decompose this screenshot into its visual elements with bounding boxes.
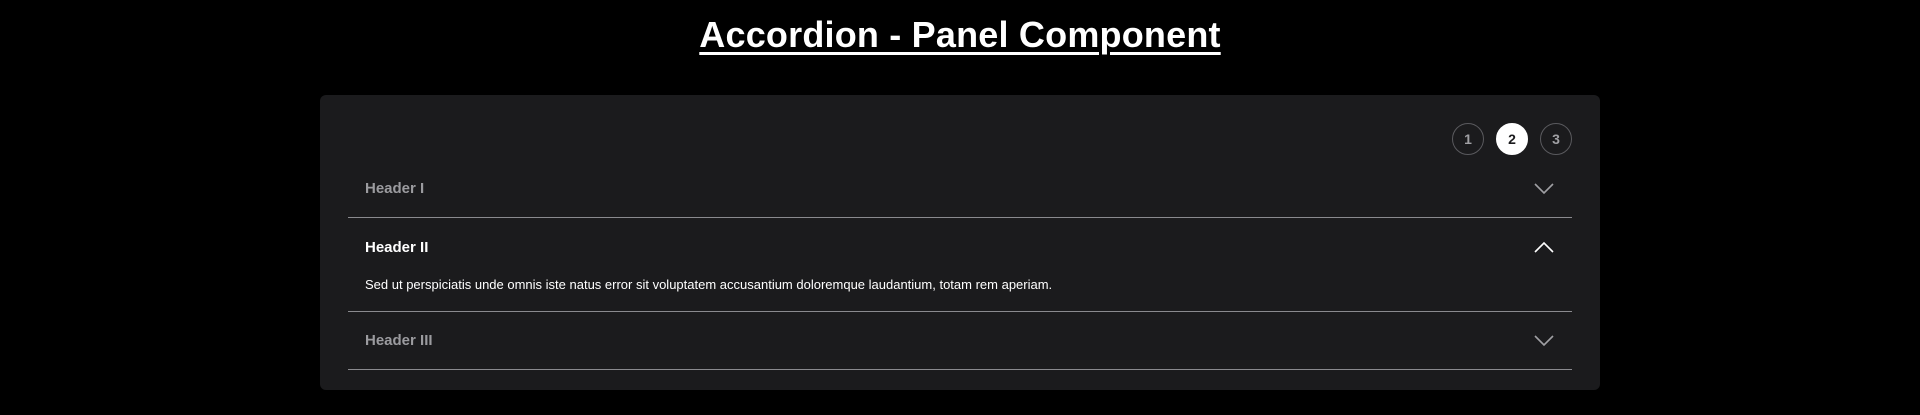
chevron-down-icon bbox=[1533, 182, 1555, 196]
accordion-header-label: Header I bbox=[365, 180, 425, 197]
step-2-button[interactable]: 2 bbox=[1496, 123, 1528, 155]
step-1-button[interactable]: 1 bbox=[1452, 123, 1484, 155]
accordion-panel: 1 2 3 Header I Header II Sed ut perspici… bbox=[320, 95, 1600, 390]
accordion-item-1: Header I bbox=[348, 160, 1572, 218]
accordion-item-2: Header II Sed ut perspiciatis unde omnis… bbox=[348, 218, 1572, 312]
accordion-header-label: Header II bbox=[365, 238, 429, 256]
accordion-header-1[interactable]: Header I bbox=[348, 160, 1572, 217]
accordion-header-label: Header III bbox=[365, 332, 433, 349]
accordion: Header I Header II Sed ut perspiciatis u… bbox=[348, 160, 1572, 370]
stepper: 1 2 3 bbox=[1452, 123, 1572, 155]
step-3-button[interactable]: 3 bbox=[1540, 123, 1572, 155]
accordion-header-2[interactable]: Header II bbox=[348, 218, 1572, 276]
accordion-item-3: Header III bbox=[348, 312, 1572, 370]
accordion-content: Sed ut perspiciatis unde omnis iste natu… bbox=[365, 277, 1053, 292]
page-title: Accordion - Panel Component bbox=[699, 14, 1221, 55]
chevron-up-icon bbox=[1533, 240, 1555, 254]
accordion-header-3[interactable]: Header III bbox=[348, 312, 1572, 369]
chevron-down-icon bbox=[1533, 334, 1555, 348]
